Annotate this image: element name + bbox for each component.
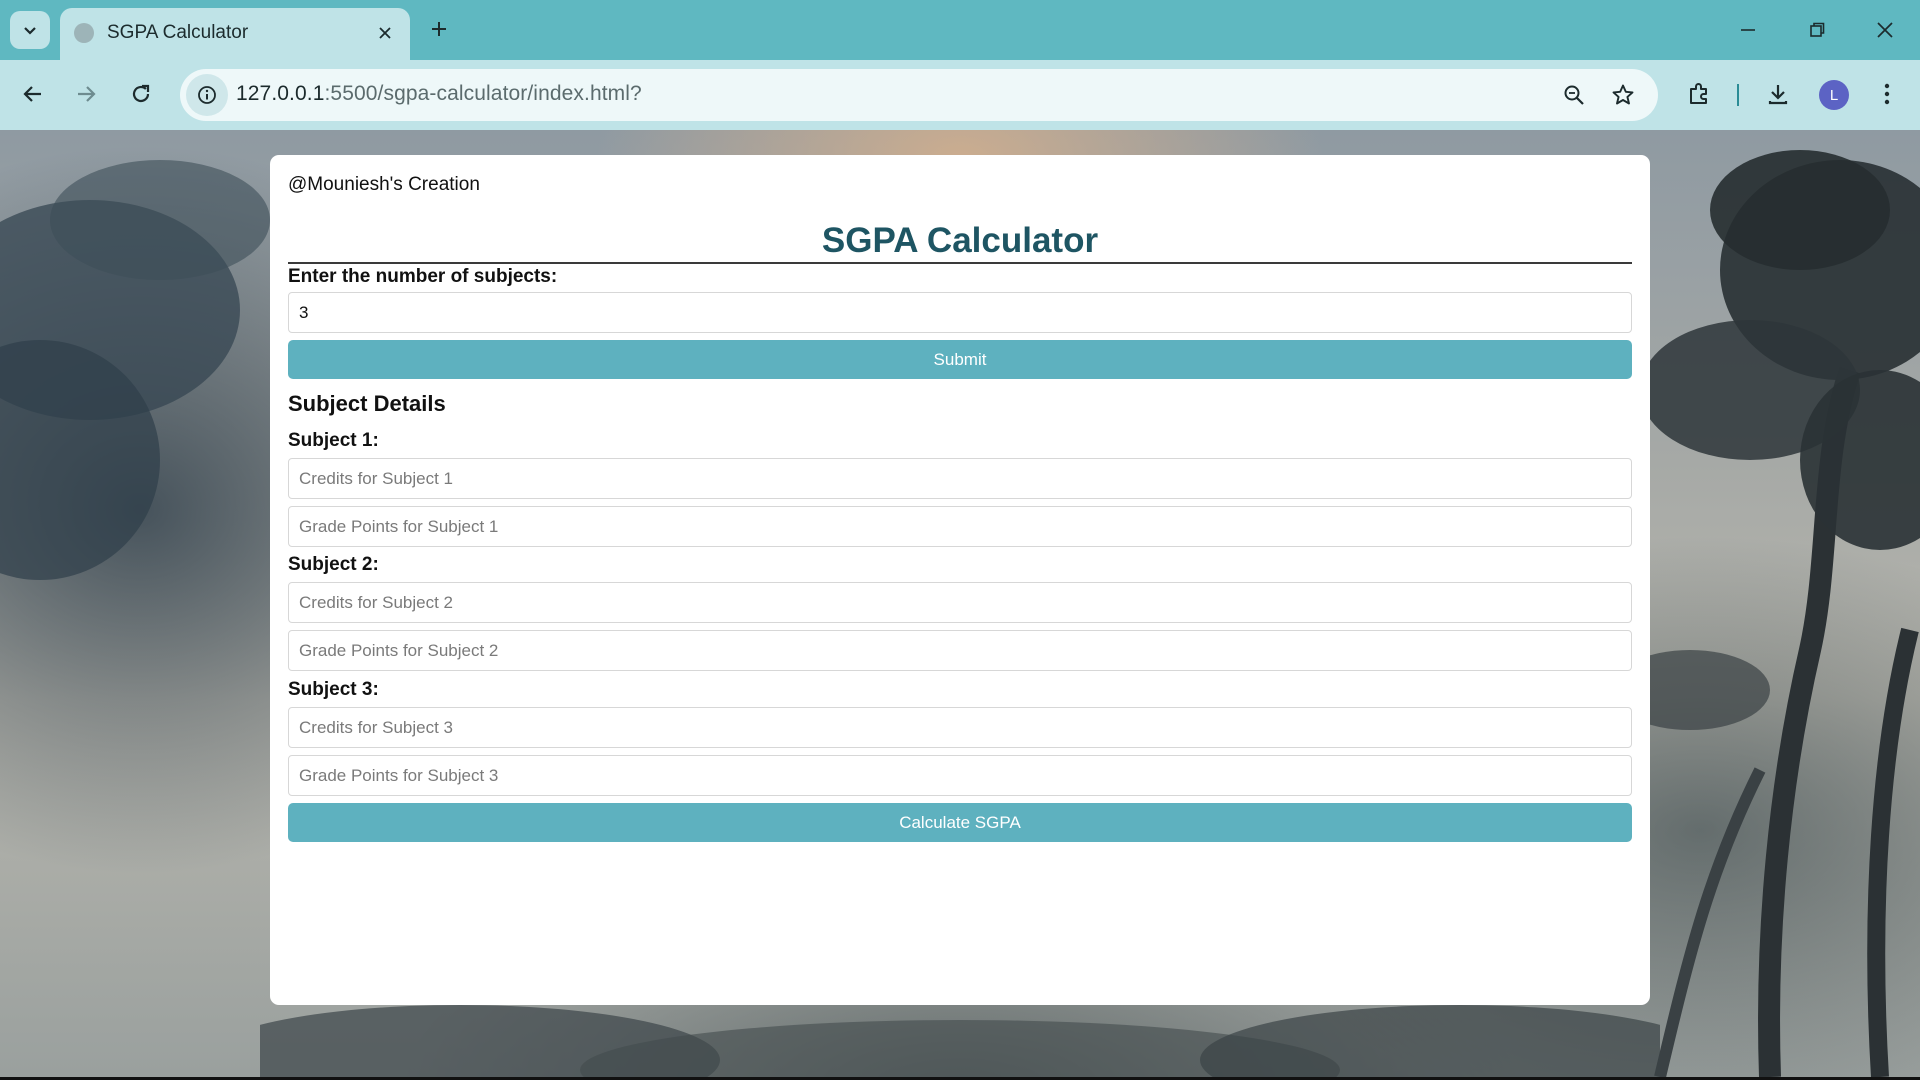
info-icon bbox=[198, 86, 216, 104]
back-button[interactable] bbox=[12, 73, 54, 115]
subject-1-grade-input[interactable] bbox=[288, 506, 1632, 547]
subject-details-heading: Subject Details bbox=[288, 391, 446, 416]
subject-count-label: Enter the number of subjects: bbox=[288, 266, 558, 287]
reload-button[interactable] bbox=[120, 73, 162, 115]
page-title: SGPA Calculator bbox=[821, 221, 1099, 260]
calculate-sgpa-button[interactable]: Calculate SGPA bbox=[288, 803, 1632, 842]
subject-2-credits-input[interactable] bbox=[288, 582, 1632, 623]
subject-3-grade-input[interactable] bbox=[288, 755, 1632, 796]
extensions-button[interactable] bbox=[1678, 73, 1720, 115]
creator-credit: @Mouniesh's Creation bbox=[288, 174, 480, 195]
background-tree-left bbox=[0, 160, 270, 580]
more-icon bbox=[1884, 83, 1890, 105]
plus-icon bbox=[432, 22, 446, 36]
downloads-button[interactable] bbox=[1757, 73, 1799, 115]
window-close-button[interactable] bbox=[1865, 10, 1905, 50]
close-icon bbox=[379, 27, 391, 39]
tab-title: SGPA Calculator bbox=[107, 22, 249, 43]
browser-toolbar: 127.0.0.1:5500/sgpa-calculator/index.htm… bbox=[0, 60, 1920, 130]
url-host: 127.0.0.1 bbox=[236, 82, 325, 105]
subject-3-label: Subject 3: bbox=[288, 679, 379, 700]
new-tab-button[interactable] bbox=[424, 13, 454, 45]
restore-button[interactable] bbox=[1797, 10, 1837, 50]
submit-button[interactable]: Submit bbox=[288, 340, 1632, 379]
calculator-card: @Mouniesh's Creation SGPA Calculator Ent… bbox=[270, 155, 1650, 1005]
star-icon bbox=[1612, 84, 1634, 105]
tab-strip: SGPA Calculator bbox=[0, 0, 1920, 60]
subject-1-credits-input[interactable] bbox=[288, 458, 1632, 499]
download-icon bbox=[1768, 85, 1788, 105]
extensions-icon bbox=[1690, 83, 1707, 104]
subject-2-grade-input[interactable] bbox=[288, 630, 1632, 671]
restore-icon bbox=[1810, 22, 1825, 37]
address-bar[interactable]: 127.0.0.1:5500/sgpa-calculator/index.htm… bbox=[180, 69, 1658, 121]
subject-3-credits-input[interactable] bbox=[288, 707, 1632, 748]
reload-icon bbox=[132, 84, 150, 103]
globe-icon bbox=[74, 23, 94, 43]
tab-search-button[interactable] bbox=[10, 11, 50, 49]
title-divider bbox=[288, 262, 1632, 264]
window-close-icon bbox=[1877, 22, 1893, 38]
toolbar-separator bbox=[1737, 84, 1739, 106]
forward-icon bbox=[78, 86, 96, 102]
active-tab[interactable]: SGPA Calculator bbox=[60, 8, 410, 60]
close-tab-button[interactable] bbox=[374, 22, 396, 44]
tab-search-chevron-icon bbox=[24, 27, 36, 35]
zoom-button[interactable] bbox=[1553, 74, 1595, 116]
url-path: :5500/sgpa-calculator/index.html? bbox=[324, 82, 642, 105]
minimize-button[interactable] bbox=[1728, 10, 1768, 50]
profile-avatar[interactable]: L bbox=[1819, 80, 1849, 110]
zoom-icon bbox=[1564, 85, 1584, 105]
subject-2-label: Subject 2: bbox=[288, 554, 379, 575]
minimize-icon bbox=[1741, 29, 1755, 31]
url-text[interactable]: 127.0.0.1:5500/sgpa-calculator/index.htm… bbox=[236, 82, 642, 106]
forward-button[interactable] bbox=[65, 73, 107, 115]
subject-count-input[interactable] bbox=[288, 292, 1632, 333]
menu-button[interactable] bbox=[1866, 73, 1908, 115]
site-info-button[interactable] bbox=[186, 74, 228, 116]
page-viewport: @Mouniesh's Creation SGPA Calculator Ent… bbox=[0, 130, 1920, 1077]
bookmark-button[interactable] bbox=[1602, 74, 1644, 116]
back-icon bbox=[23, 86, 41, 102]
subject-1-label: Subject 1: bbox=[288, 430, 379, 451]
